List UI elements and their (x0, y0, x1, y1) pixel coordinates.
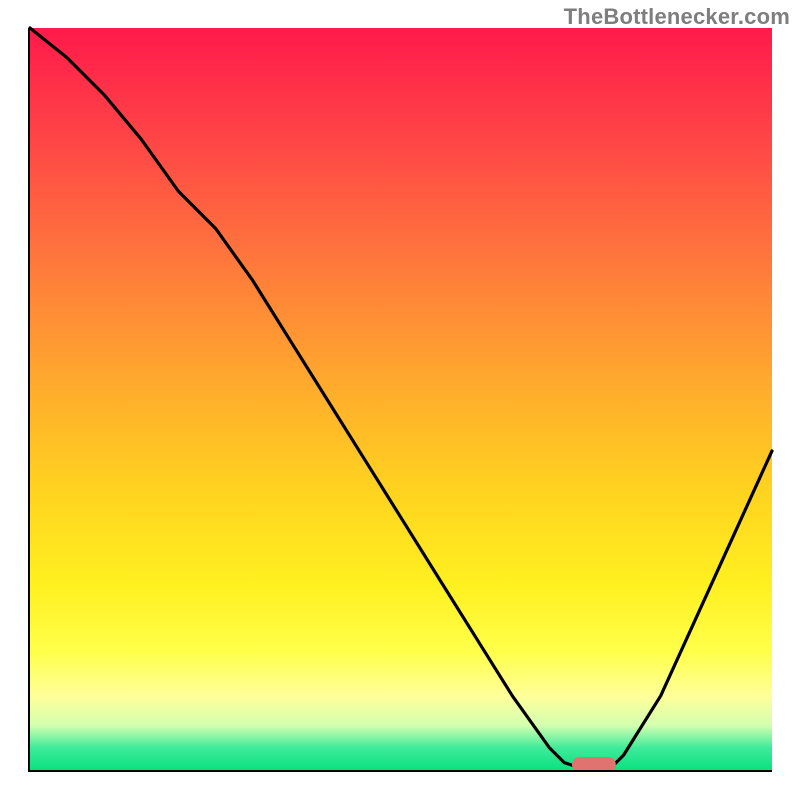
attribution-label: TheBottlenecker.com (564, 4, 790, 30)
bottleneck-curve (30, 28, 772, 770)
chart-frame: TheBottlenecker.com (0, 0, 800, 800)
plot-area (28, 28, 772, 772)
curve-path (30, 28, 772, 770)
